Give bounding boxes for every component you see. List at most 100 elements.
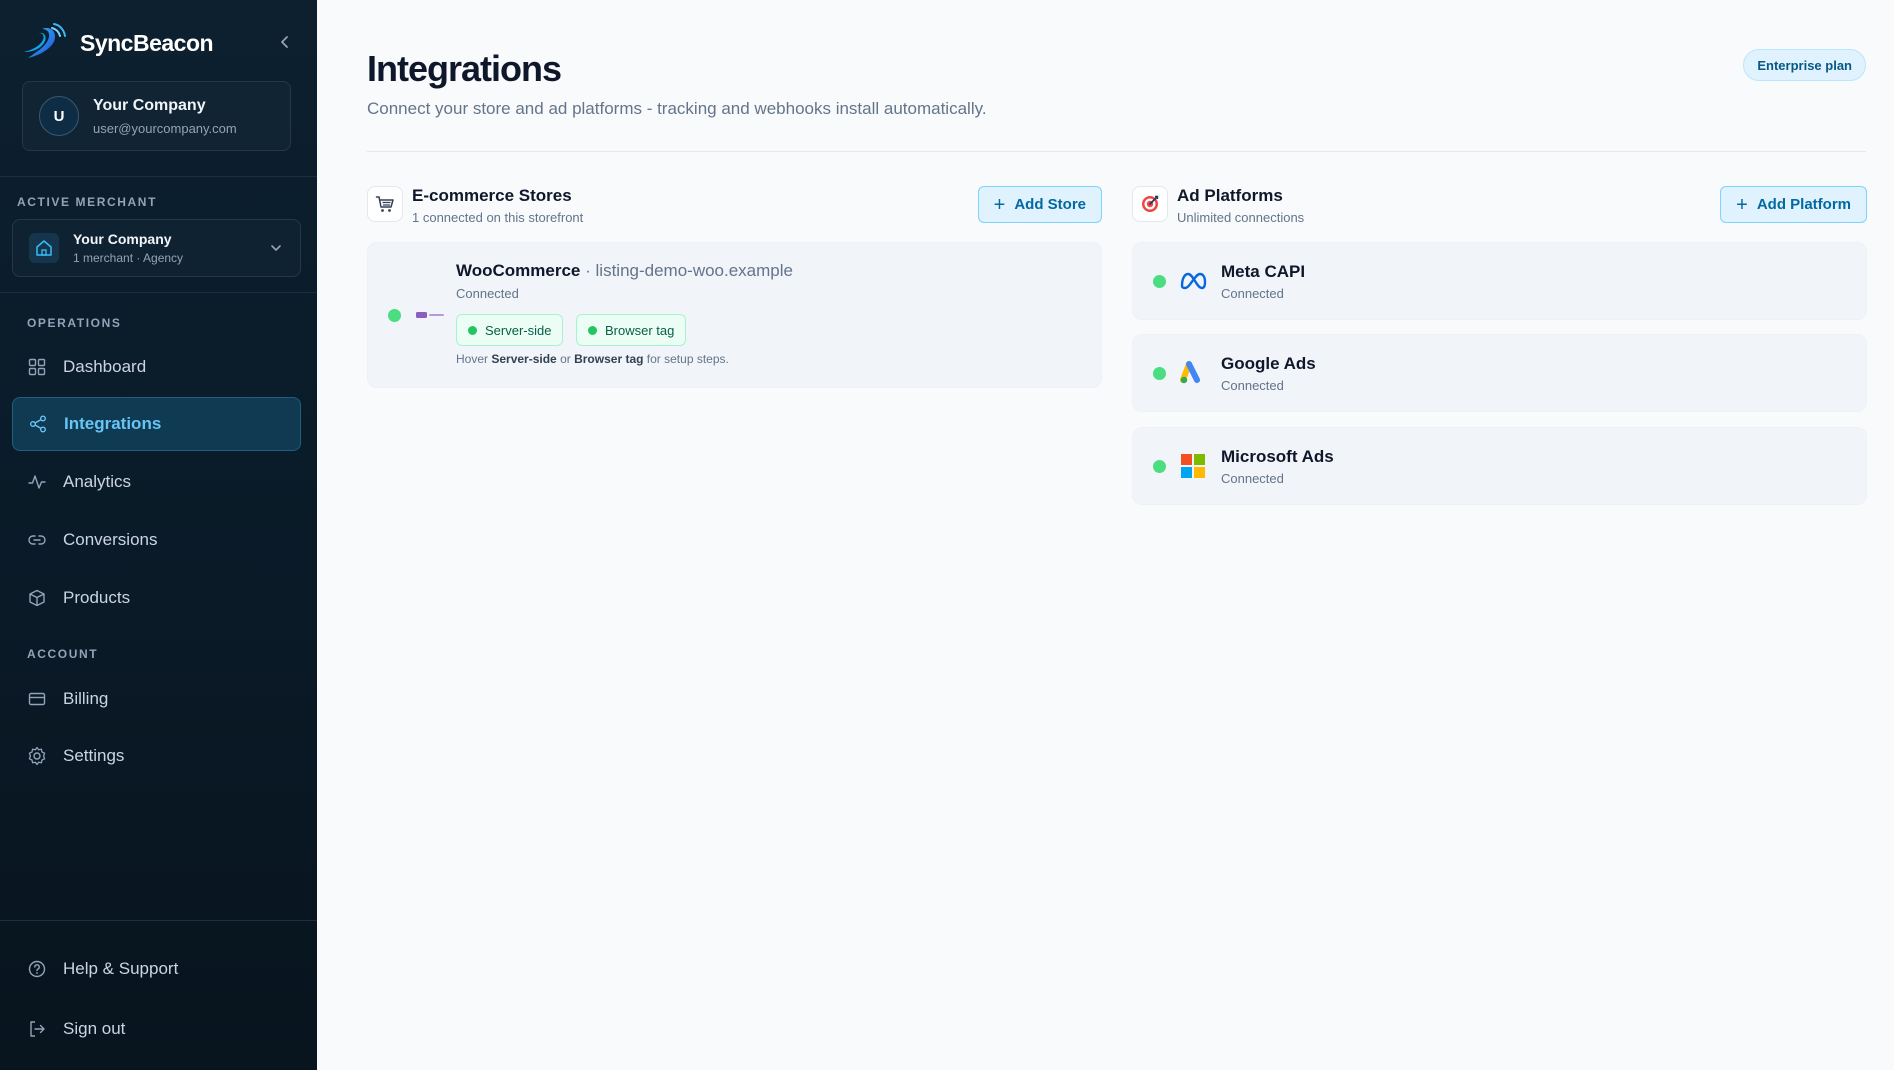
merchant-selector[interactable]: Your Company 1 merchant · Agency	[12, 219, 301, 277]
brand-name: SyncBeacon	[80, 29, 214, 56]
platform-name: Microsoft Ads	[1221, 447, 1334, 466]
hint-server-side: Server-side	[491, 352, 557, 366]
activity-icon	[27, 472, 47, 492]
sidebar-item-help[interactable]: Help & Support	[12, 942, 301, 996]
user-name: Your Company	[93, 96, 206, 114]
setup-hint: Hover Server-side or Browser tag for set…	[456, 352, 729, 366]
link-icon	[27, 530, 47, 550]
stores-subtitle: 1 connected on this storefront	[412, 210, 584, 225]
store-status: Connected	[456, 286, 519, 301]
sidebar-item-analytics[interactable]: Analytics	[12, 455, 301, 509]
sidebar-item-label: Settings	[63, 746, 125, 765]
operations-label: OPERATIONS	[27, 316, 122, 330]
sidebar-divider	[0, 292, 317, 293]
server-side-pill[interactable]: Server-side	[456, 314, 564, 346]
connected-status-dot	[388, 309, 401, 322]
sidebar-item-products[interactable]: Products	[12, 571, 301, 625]
add-platform-button[interactable]: + Add Platform	[1720, 186, 1867, 223]
account-label: ACCOUNT	[27, 647, 99, 661]
status-dot	[588, 325, 597, 335]
collapse-sidebar-button[interactable]	[273, 30, 297, 54]
target-icon	[1132, 186, 1168, 222]
page-title: Integrations	[367, 48, 562, 89]
connected-status-dot	[1153, 275, 1166, 288]
hint-text: Hover	[456, 352, 489, 366]
stores-header: E-commerce Stores 1 connected on this st…	[367, 186, 1102, 226]
meta-logo-icon	[1180, 272, 1207, 290]
sidebar-item-label: Integrations	[64, 414, 162, 433]
platforms-title: Ad Platforms	[1177, 186, 1283, 205]
share-icon	[28, 414, 48, 434]
ad-platforms-section: Ad Platforms Unlimited connections + Add…	[1132, 186, 1867, 505]
server-side-label: Server-side	[485, 322, 552, 338]
brand[interactable]: SyncBeacon	[22, 20, 297, 66]
sidebar-item-billing[interactable]: Billing	[12, 672, 301, 726]
sidebar: SyncBeacon U Your Company user@yourcompa…	[0, 0, 317, 1070]
browser-tag-pill[interactable]: Browser tag	[576, 314, 687, 346]
sidebar-divider	[0, 176, 317, 177]
box-icon	[27, 588, 47, 608]
sidebar-item-label: Billing	[63, 689, 109, 708]
add-store-label: Add Store	[1014, 196, 1086, 213]
platform-card-microsoft-ads[interactable]: Microsoft Ads Connected	[1132, 427, 1867, 505]
user-card[interactable]: U Your Company user@yourcompany.com	[22, 81, 291, 151]
sidebar-item-label: Dashboard	[63, 357, 147, 376]
sidebar-item-settings[interactable]: Settings	[12, 729, 301, 783]
microsoft-logo-icon	[1181, 454, 1205, 478]
platform-name: Google Ads	[1221, 354, 1316, 373]
connected-status-dot	[1153, 460, 1166, 473]
active-merchant-label: ACTIVE MERCHANT	[17, 195, 157, 209]
gear-icon	[27, 746, 47, 766]
sidebar-item-conversions[interactable]: Conversions	[12, 513, 301, 567]
store-card-woocommerce[interactable]: WooCommerce · listing-demo-woo.example C…	[367, 242, 1102, 388]
hint-browser-tag: Browser tag	[574, 352, 644, 366]
sidebar-item-label: Products	[63, 588, 131, 607]
hint-text: or	[560, 352, 571, 366]
content-divider	[367, 151, 1866, 152]
woocommerce-logo-icon	[416, 312, 444, 318]
sidebar-item-integrations[interactable]: Integrations	[12, 397, 301, 451]
add-store-button[interactable]: + Add Store	[977, 186, 1102, 223]
plus-icon: +	[993, 193, 1006, 216]
shopping-cart-icon	[367, 186, 403, 222]
plan-badge[interactable]: Enterprise plan	[1743, 49, 1866, 81]
platforms-subtitle: Unlimited connections	[1177, 210, 1305, 225]
google-ads-logo-icon	[1180, 361, 1200, 384]
merchant-name: Your Company	[73, 231, 172, 247]
platform-name: Meta CAPI	[1221, 262, 1306, 281]
sidebar-item-dashboard[interactable]: Dashboard	[12, 340, 301, 394]
sidebar-item-label: Conversions	[63, 530, 158, 549]
store-icon	[29, 233, 59, 263]
chevron-down-icon	[271, 245, 281, 251]
platform-status: Connected	[1221, 286, 1284, 301]
platform-status: Connected	[1221, 471, 1284, 486]
sidebar-item-label: Sign out	[63, 1019, 126, 1038]
plus-icon: +	[1736, 193, 1748, 216]
stores-title: E-commerce Stores	[412, 186, 572, 205]
main-content: Integrations Connect your store and ad p…	[317, 0, 1894, 1070]
logout-icon	[27, 1019, 47, 1039]
platform-status: Connected	[1221, 378, 1284, 393]
connected-status-dot	[1153, 367, 1166, 380]
platform-card-meta-capi[interactable]: Meta CAPI Connected	[1132, 242, 1867, 320]
sign-out-button[interactable]: Sign out	[12, 1002, 301, 1056]
platforms-header: Ad Platforms Unlimited connections + Add…	[1132, 186, 1867, 226]
add-platform-label: Add Platform	[1756, 196, 1851, 213]
sidebar-item-label: Analytics	[63, 472, 132, 491]
status-dot	[468, 325, 477, 335]
grid-icon	[27, 357, 47, 377]
syncbeacon-logo-icon	[24, 23, 66, 58]
help-circle-icon	[27, 959, 47, 979]
sidebar-item-label: Help & Support	[63, 959, 179, 978]
merchant-sub: 1 merchant · Agency	[73, 251, 184, 265]
store-domain: · listing-demo-woo.example	[585, 261, 793, 280]
browser-tag-label: Browser tag	[605, 322, 675, 338]
ecommerce-stores-section: E-commerce Stores 1 connected on this st…	[367, 186, 1102, 388]
user-email: user@yourcompany.com	[93, 120, 237, 136]
sidebar-divider	[0, 920, 317, 921]
hint-text: for setup steps.	[646, 352, 729, 366]
platform-card-google-ads[interactable]: Google Ads Connected	[1132, 334, 1867, 412]
store-name: WooCommerce	[456, 261, 581, 280]
page-subtitle: Connect your store and ad platforms - tr…	[367, 99, 987, 118]
chevron-left-icon	[281, 36, 288, 48]
